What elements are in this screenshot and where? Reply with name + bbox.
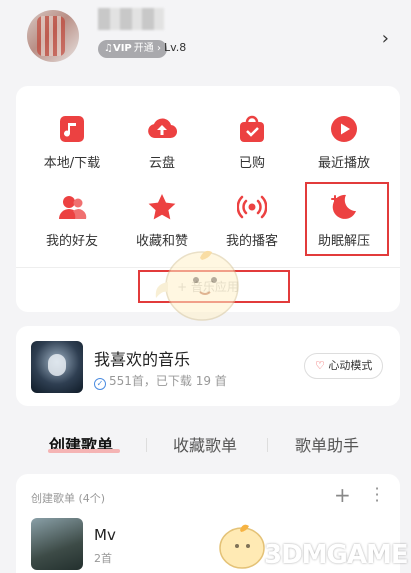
heartbeat-mode-button[interactable]: ♡ 心动模式 [304,353,384,379]
check-circle-icon: ✓ [94,378,106,390]
highlight-box-sleep-relax [305,182,389,256]
liked-music-title: 我喜欢的音乐 [94,350,191,369]
grid-label: 云盘 [148,156,175,171]
playlist-name: Mv [94,526,116,544]
liked-music-count: 551首，已下载 19 首 [109,374,227,388]
vip-open-label: 开通 [133,43,154,54]
play-circle-icon [331,116,357,142]
username-blurred [98,8,164,30]
grid-label: 本地/下载 [43,156,101,171]
chevron-right-icon[interactable]: › [382,28,389,49]
profile-header[interactable]: ♫VIP 开通 › Lv.8 › [0,0,411,80]
mascot-logo-icon [219,524,265,569]
heartbeat-mode-label: 心动模式 [328,359,373,372]
liked-music-cover [31,341,83,393]
tab-separator [267,438,268,452]
liked-music-card[interactable]: 我喜欢的音乐 ✓ 551首，已下载 19 首 ♡ 心动模式 [16,326,400,406]
grid-item-local-download[interactable]: 本地/下载 [24,114,120,194]
add-playlist-icon[interactable]: + [334,483,351,507]
grid-label: 最近播放 [317,156,370,171]
broadcast-icon [237,195,267,219]
grid-item-my-friends[interactable]: 我的好友 [24,192,120,272]
playlist-tabs: 创建歌单 收藏歌单 歌单助手 [0,428,411,458]
cloud-upload-icon [148,118,177,139]
watermark-text: 3DMGAME [264,540,409,570]
tab-playlist-assistant[interactable]: 歌单助手 [295,432,359,456]
tab-collected-playlists[interactable]: 收藏歌单 [173,432,237,456]
grid-label: 已购 [238,156,265,171]
level-badge: Lv.8 [164,41,187,54]
liked-music-subtitle: ✓ 551首，已下载 19 首 [94,372,227,390]
heart-icon: ♡ [315,359,325,372]
avatar[interactable] [27,10,79,62]
playlist-cover [31,518,83,570]
tab-separator [146,438,147,452]
grid-item-cloud-disk[interactable]: 云盘 [114,114,210,194]
more-options-icon[interactable]: · · · [374,481,380,509]
active-tab-indicator [48,449,120,453]
star-icon [148,194,176,220]
vip-mark: ♫VIP [104,43,132,54]
vip-badge[interactable]: ♫VIP 开通 › [98,40,167,58]
playlist-count: 2首 [94,552,112,565]
shopping-bag-icon [240,115,264,142]
grid-label: 我的好友 [45,234,98,249]
created-playlists-header: 创建歌单 (4个) [31,492,106,505]
grid-item-purchased[interactable]: 已购 [204,114,300,194]
friends-icon [59,196,87,219]
mascot-watermark-icon [155,250,239,321]
music-file-icon [60,116,84,142]
